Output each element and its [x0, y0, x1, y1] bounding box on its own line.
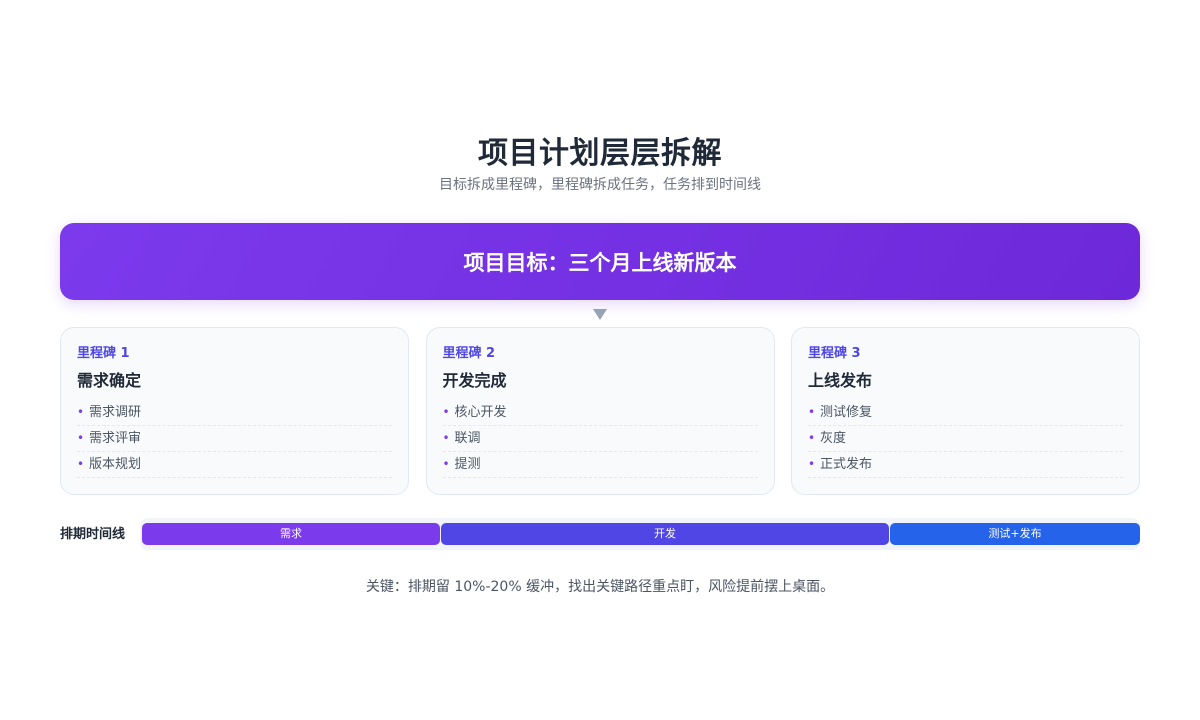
- bullet-icon: •: [808, 405, 816, 419]
- project-goal-banner: 项目目标：三个月上线新版本: [60, 223, 1140, 300]
- task-label: 核心开发: [454, 405, 507, 420]
- milestone-title: 开发完成: [442, 371, 507, 390]
- bullet-icon: •: [77, 405, 85, 419]
- milestone-row: 里程碑 1 需求确定 • 需求调研 • 需求评审 • 版本规划 里程碑 2 开发完成 …: [60, 327, 1140, 495]
- page-subtitle: 目标拆成里程碑，里程碑拆成任务，任务排到时间线: [439, 177, 761, 193]
- bullet-icon: •: [808, 431, 816, 445]
- task-item: • 核心开发: [442, 400, 758, 426]
- task-list: • 测试修复 • 灰度 • 正式发布: [808, 400, 1123, 478]
- timeline-segment-development: 开发: [441, 523, 889, 545]
- project-goal-text: 项目目标：三个月上线新版本: [463, 250, 737, 275]
- page: 项目计划层层拆解 目标拆成里程碑，里程碑拆成任务，任务排到时间线 项目目标：三个…: [0, 0, 1200, 720]
- task-label: 联调: [454, 431, 481, 446]
- task-item: • 正式发布: [808, 452, 1123, 478]
- task-item: • 联调: [442, 426, 758, 452]
- bullet-icon: •: [442, 405, 450, 419]
- timeline-segment-testing-release: 测试+发布: [890, 523, 1140, 545]
- page-title: 项目计划层层拆解: [478, 136, 722, 171]
- task-item: • 提测: [442, 452, 758, 478]
- task-label: 灰度: [820, 431, 847, 446]
- task-label: 版本规划: [89, 457, 142, 472]
- task-list: • 核心开发 • 联调 • 提测: [442, 400, 758, 478]
- milestone-title: 上线发布: [808, 371, 873, 390]
- key-note: 关键：排期留 10%-20% 缓冲，找出关键路径重点盯，风险提前摆上桌面。: [365, 579, 835, 595]
- milestone-title: 需求确定: [77, 371, 142, 390]
- task-label: 提测: [454, 457, 481, 472]
- timeline-segment-requirements: 需求: [142, 523, 440, 545]
- milestone-card-3: 里程碑 3 上线发布 • 测试修复 • 灰度 • 正式发布: [791, 327, 1140, 495]
- task-label: 测试修复: [820, 405, 873, 420]
- task-label: 正式发布: [820, 457, 873, 472]
- task-label: 需求评审: [89, 431, 142, 446]
- task-list: • 需求调研 • 需求评审 • 版本规划: [77, 400, 392, 478]
- down-arrow-icon: [593, 309, 607, 320]
- task-item: • 需求评审: [77, 426, 392, 452]
- bullet-icon: •: [442, 431, 450, 445]
- milestone-label: 里程碑 2: [442, 346, 496, 361]
- bullet-icon: •: [808, 457, 816, 471]
- bullet-icon: •: [77, 457, 85, 471]
- milestone-label: 里程碑 1: [77, 346, 130, 361]
- task-item: • 版本规划: [77, 452, 392, 478]
- milestone-label: 里程碑 3: [808, 346, 861, 361]
- task-item: • 测试修复: [808, 400, 1123, 426]
- timeline-label: 排期时间线: [60, 527, 126, 542]
- milestone-card-2: 里程碑 2 开发完成 • 核心开发 • 联调 • 提测: [425, 327, 775, 495]
- bullet-icon: •: [442, 457, 450, 471]
- bullet-icon: •: [77, 431, 85, 445]
- milestone-card-1: 里程碑 1 需求确定 • 需求调研 • 需求评审 • 版本规划: [60, 327, 409, 495]
- task-item: • 需求调研: [77, 400, 392, 426]
- task-item: • 灰度: [808, 426, 1123, 452]
- task-label: 需求调研: [89, 405, 142, 420]
